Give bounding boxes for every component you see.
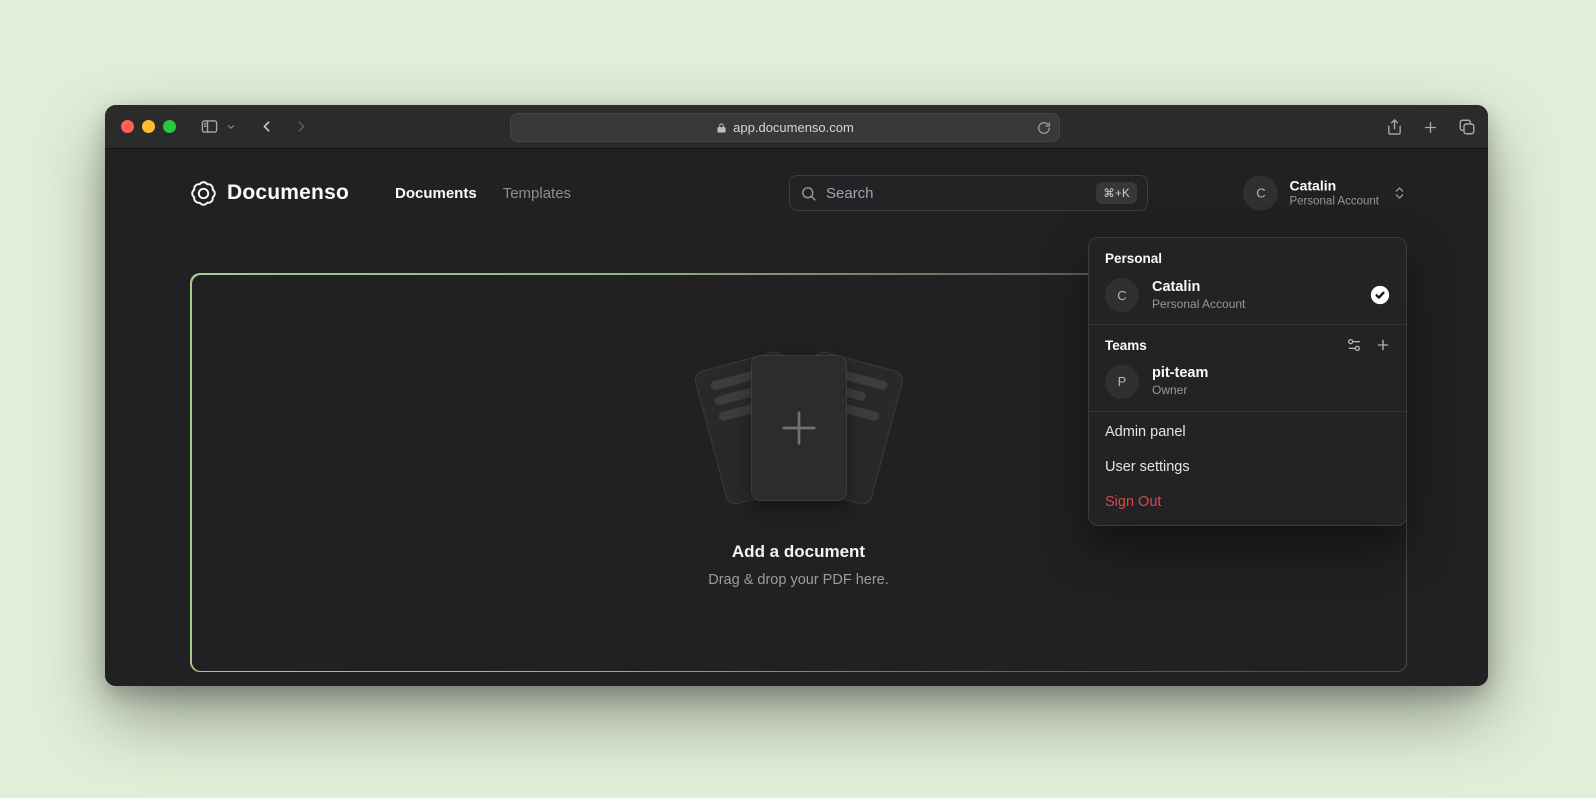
- app-header: Documenso Documents Templates Search ⌘+K…: [190, 165, 1407, 221]
- forward-button[interactable]: [293, 118, 310, 135]
- personal-account-subtitle: Personal Account: [1152, 297, 1245, 313]
- personal-account-name: Catalin: [1152, 278, 1245, 297]
- plus-icon: [776, 405, 822, 451]
- chevrons-up-down-icon: [1392, 186, 1407, 201]
- documenso-logo-icon: [190, 180, 217, 207]
- team-name: pit-team: [1152, 364, 1208, 383]
- brand-name: Documenso: [227, 181, 349, 205]
- menu-item-sign-out[interactable]: Sign Out: [1089, 485, 1406, 520]
- search-icon: [800, 185, 817, 202]
- dropzone-title: Add a document: [732, 542, 865, 562]
- menu-item-admin-panel[interactable]: Admin panel: [1089, 415, 1406, 450]
- team-role: Owner: [1152, 383, 1208, 399]
- account-subtitle: Personal Account: [1289, 195, 1379, 209]
- back-button[interactable]: [258, 118, 275, 135]
- page-content: Documenso Documents Templates Search ⌘+K…: [105, 165, 1488, 686]
- sidebar-chevron-down-icon[interactable]: [226, 122, 236, 132]
- add-team-icon[interactable]: [1375, 337, 1391, 353]
- reload-icon[interactable]: [1037, 121, 1051, 135]
- dropzone-subtitle: Drag & drop your PDF here.: [708, 572, 889, 588]
- personal-account-item[interactable]: C Catalin Personal Account: [1089, 271, 1406, 324]
- team-avatar: P: [1105, 365, 1139, 399]
- browser-window: app.documenso.com: [105, 105, 1488, 686]
- search-input[interactable]: Search ⌘+K: [789, 175, 1148, 211]
- sidebar-icon[interactable]: [200, 117, 219, 136]
- menu-item-user-settings[interactable]: User settings: [1089, 450, 1406, 485]
- account-menu-button[interactable]: C Catalin Personal Account: [1243, 176, 1407, 211]
- tab-overview-icon[interactable]: [1458, 118, 1476, 136]
- personal-account-avatar: C: [1105, 278, 1139, 312]
- team-item[interactable]: P pit-team Owner: [1089, 357, 1406, 410]
- account-avatar: C: [1243, 176, 1278, 211]
- document-stack-illustration: [669, 344, 929, 512]
- browser-titlebar: app.documenso.com: [105, 105, 1488, 149]
- share-icon[interactable]: [1386, 118, 1403, 136]
- selected-check-icon: [1369, 284, 1391, 306]
- address-bar[interactable]: app.documenso.com: [510, 113, 1060, 142]
- traffic-lights: [121, 120, 176, 133]
- zoom-window-button[interactable]: [163, 120, 176, 133]
- document-card-center: [751, 355, 847, 501]
- search-shortcut-badge: ⌘+K: [1096, 182, 1137, 204]
- main-nav: Documents Templates: [395, 185, 571, 202]
- close-window-button[interactable]: [121, 120, 134, 133]
- new-tab-icon[interactable]: [1422, 119, 1439, 136]
- teams-section-label: Teams: [1105, 338, 1147, 353]
- personal-section-label: Personal: [1089, 238, 1406, 271]
- search-placeholder: Search: [826, 185, 874, 202]
- manage-teams-icon[interactable]: [1346, 337, 1362, 353]
- nav-documents[interactable]: Documents: [395, 185, 477, 202]
- nav-templates[interactable]: Templates: [503, 185, 571, 202]
- account-name: Catalin: [1289, 177, 1379, 195]
- minimize-window-button[interactable]: [142, 120, 155, 133]
- brand[interactable]: Documenso: [190, 180, 349, 207]
- url-text: app.documenso.com: [733, 120, 854, 135]
- lock-icon: [716, 122, 727, 134]
- account-dropdown-menu: Personal C Catalin Personal Account Team…: [1088, 237, 1407, 526]
